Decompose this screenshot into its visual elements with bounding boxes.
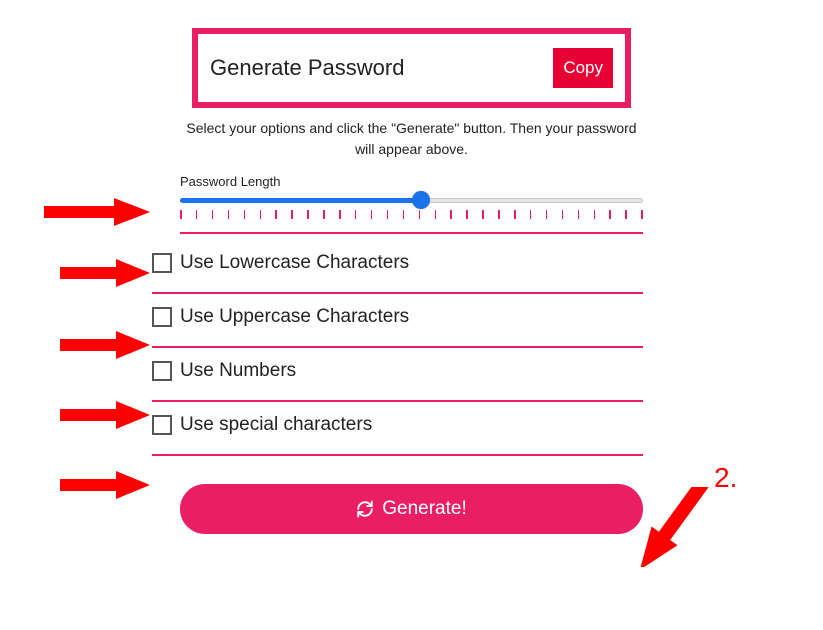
generate-button[interactable]: Generate! bbox=[180, 484, 643, 534]
password-length-slider[interactable] bbox=[180, 191, 643, 209]
annotation-arrow-numbers bbox=[60, 398, 154, 432]
annotation-arrow-special bbox=[60, 468, 154, 502]
annotation-arrow-uppercase bbox=[60, 328, 154, 362]
checkbox-lowercase[interactable] bbox=[152, 253, 172, 273]
password-length-label: Password Length bbox=[180, 174, 643, 189]
instructions-text: Select your options and click the "Gener… bbox=[180, 118, 643, 160]
annotation-step-2: 2. bbox=[714, 462, 737, 494]
section-divider bbox=[152, 454, 643, 456]
section-divider bbox=[152, 346, 643, 348]
section-divider bbox=[152, 292, 643, 294]
checkbox-numbers[interactable] bbox=[152, 361, 172, 381]
option-lowercase[interactable]: Use Lowercase Characters bbox=[152, 252, 643, 274]
slider-thumb[interactable] bbox=[412, 191, 430, 209]
checkbox-special[interactable] bbox=[152, 415, 172, 435]
option-special[interactable]: Use special characters bbox=[152, 414, 643, 436]
option-special-label: Use special characters bbox=[180, 414, 372, 436]
section-divider bbox=[152, 400, 643, 402]
refresh-icon bbox=[356, 500, 374, 518]
option-uppercase-label: Use Uppercase Characters bbox=[180, 306, 409, 328]
annotation-arrow-lowercase bbox=[60, 256, 154, 290]
slider-ticks bbox=[180, 210, 643, 226]
option-numbers[interactable]: Use Numbers bbox=[152, 360, 643, 382]
password-display-text: Generate Password bbox=[210, 55, 553, 81]
password-display-box: Generate Password Copy bbox=[192, 28, 631, 108]
checkbox-uppercase[interactable] bbox=[152, 307, 172, 327]
section-divider bbox=[180, 232, 643, 234]
option-lowercase-label: Use Lowercase Characters bbox=[180, 252, 409, 274]
copy-button[interactable]: Copy bbox=[553, 48, 613, 88]
generate-button-label: Generate! bbox=[382, 498, 467, 520]
password-length-section: Password Length bbox=[180, 174, 643, 234]
option-numbers-label: Use Numbers bbox=[180, 360, 296, 382]
annotation-arrow-slider bbox=[44, 195, 154, 229]
option-uppercase[interactable]: Use Uppercase Characters bbox=[152, 306, 643, 328]
